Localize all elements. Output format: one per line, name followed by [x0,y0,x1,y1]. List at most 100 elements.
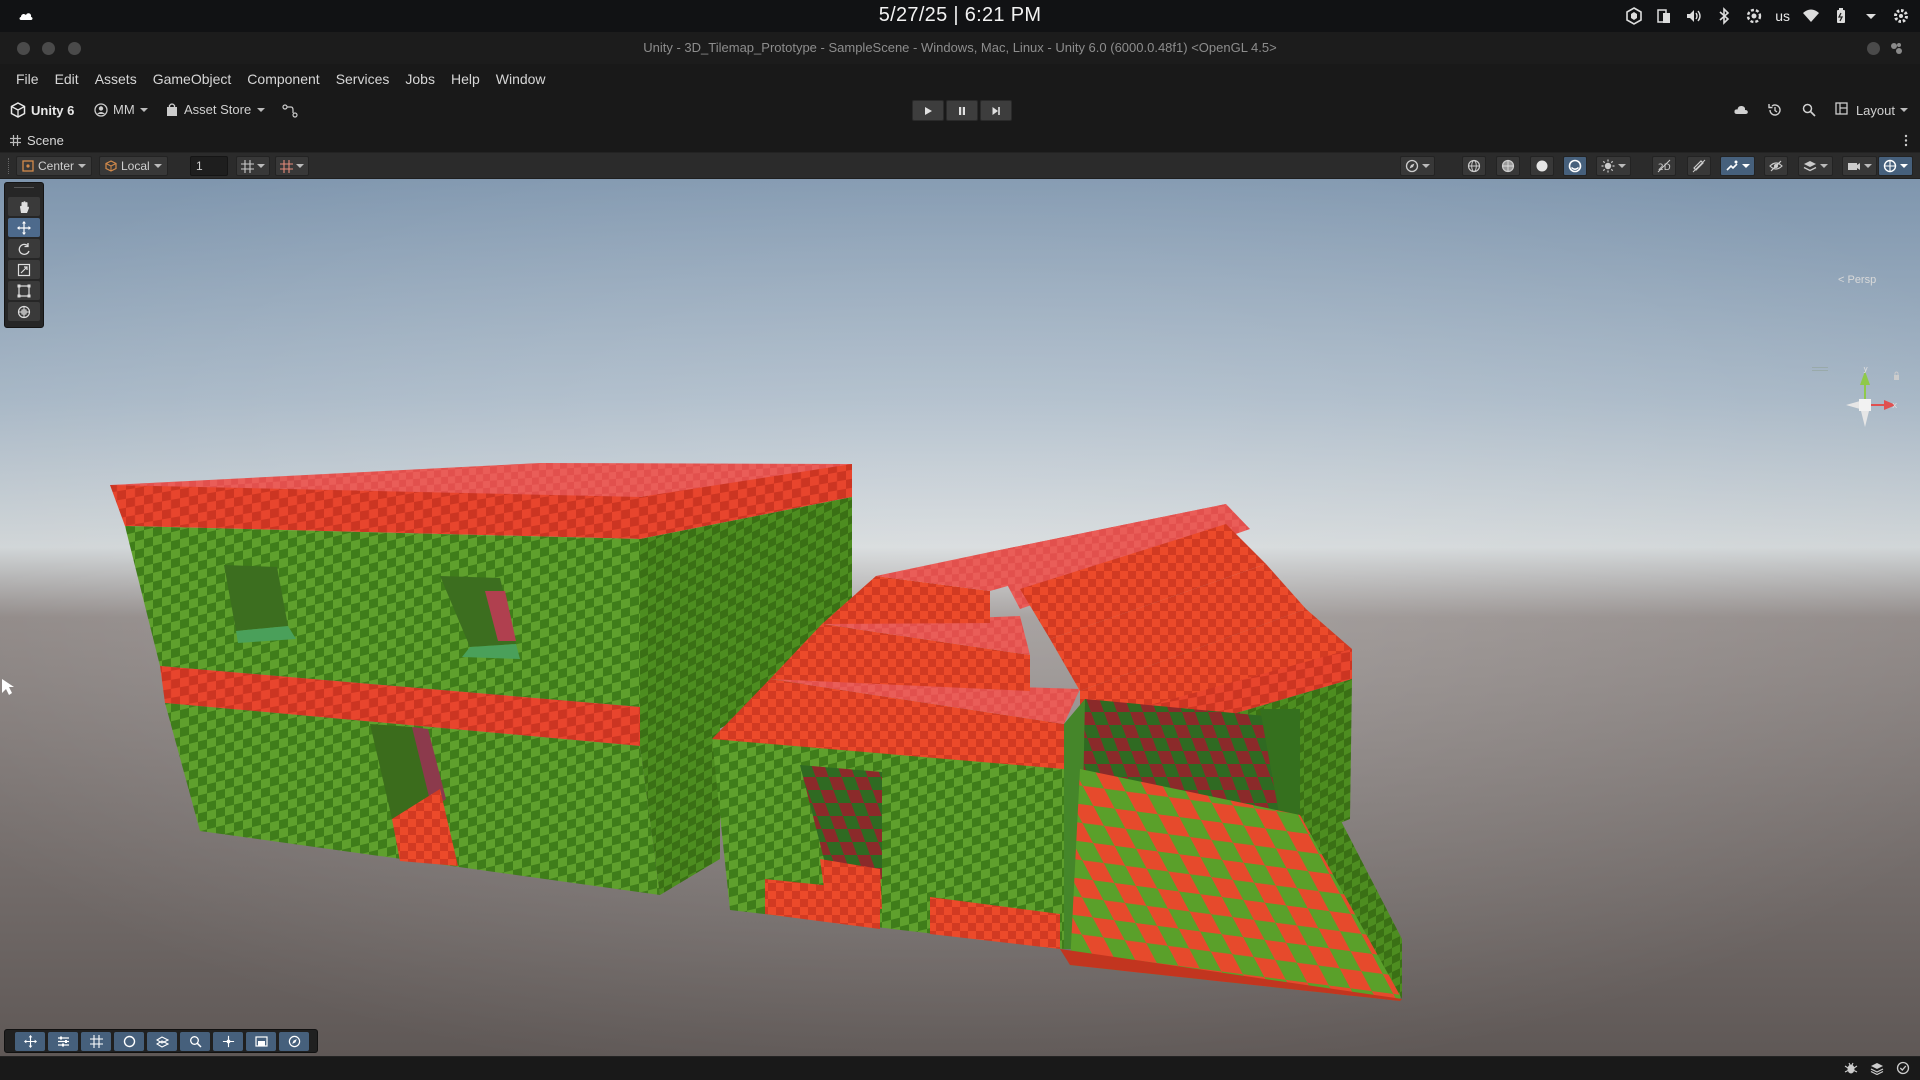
step-button[interactable] [980,100,1012,121]
settings-icon[interactable] [1745,7,1763,25]
gizmo-neg-x-cone[interactable] [1846,401,1860,409]
gizmo-neg-y-cone[interactable] [1861,411,1869,427]
overlay-compass-button[interactable] [279,1031,309,1051]
overlay-snap-button[interactable] [213,1031,243,1051]
gizmo-center-cube[interactable] [1859,399,1871,411]
window-status-dot[interactable] [1867,42,1880,55]
gear-icon[interactable] [1892,7,1910,25]
snap-move-icon [222,1035,235,1048]
menu-component[interactable]: Component [239,64,327,94]
camera-settings-dropdown[interactable] [1842,156,1877,176]
history-icon[interactable] [1767,102,1783,118]
window-extensions-icon[interactable] [1889,41,1904,56]
pivot-mode-label: Center [38,159,75,173]
layout-dropdown[interactable]: Layout [1835,102,1908,118]
chevron-down-icon [257,107,266,112]
app-indicator-icon[interactable] [1625,7,1643,25]
hidden-objects-button[interactable] [1764,156,1788,176]
overlay-camera-button[interactable] [246,1031,276,1051]
menu-gameobject[interactable]: GameObject [145,64,240,94]
orientation-dropdown[interactable] [1400,156,1435,176]
battery-icon[interactable] [1832,7,1850,25]
rect-tool-button[interactable] [8,281,40,300]
pivot-rotation-dropdown[interactable]: Local [99,156,168,176]
debug-bug-icon[interactable] [1844,1061,1858,1075]
overlay-tile-palette-button[interactable] [48,1031,78,1051]
scene-render[interactable] [0,179,1920,1056]
rotate-tool-button[interactable] [8,239,40,258]
gizmo-lock[interactable] [1894,375,1899,380]
shading-wireframe-button[interactable] [1462,156,1486,176]
shading-unlit-button[interactable] [1563,156,1587,176]
gizmo-drag-handle[interactable] [1812,367,1832,371]
wireframe-sphere-icon [1467,159,1481,173]
audio-toggle-button[interactable] [1687,156,1711,176]
pivot-mode-dropdown[interactable]: Center [16,156,93,176]
scene-toolbar: Center Local 1 2D [0,153,1920,179]
grid-size-field[interactable]: 1 [190,156,228,176]
wifi-icon[interactable] [1802,7,1820,25]
transform-tool-button[interactable] [8,302,40,321]
menu-window[interactable]: Window [488,64,554,94]
pivot-rotation-label: Local [121,159,150,173]
gizmo-y-label: y [1863,367,1869,374]
volume-icon[interactable] [1685,7,1703,25]
gizmo-lock-shackle [1894,371,1899,375]
overlay-lighting-button[interactable] [114,1031,144,1051]
account-dropdown[interactable]: MM [94,102,148,117]
layers-stack-icon[interactable] [1870,1061,1884,1075]
shopping-bag-icon [166,103,178,116]
chevron-down-icon [153,164,162,168]
tab-scene[interactable]: Scene [10,133,64,148]
hand-icon [17,200,31,214]
asset-store-dropdown[interactable]: Asset Store [166,102,266,117]
scene-visibility-dropdown[interactable] [1798,156,1833,176]
orientation-gizmo[interactable]: y x [1830,367,1900,467]
check-circle-icon[interactable] [1896,1061,1910,1075]
menu-edit[interactable]: Edit [47,64,87,94]
toolbar-right: Layout [1733,102,1908,118]
overlay-search-button[interactable] [180,1031,210,1051]
grid-snap-dropdown[interactable] [275,156,309,176]
search-icon [189,1035,202,1048]
overlay-navigation-button[interactable] [147,1031,177,1051]
search-icon[interactable] [1801,102,1817,118]
menu-services[interactable]: Services [328,64,398,94]
unity-home-button[interactable]: Unity 6 [10,102,74,118]
pause-button[interactable] [946,100,978,121]
scene-viewport[interactable]: y x [0,179,1920,1056]
compass-icon [1405,159,1419,173]
2d-toggle-button[interactable]: 2D [1652,156,1676,176]
scale-tool-button[interactable] [8,260,40,279]
menu-assets[interactable]: Assets [87,64,145,94]
projection-toggle[interactable]: < Persp [1838,274,1876,286]
clipboard-icon[interactable] [1655,7,1673,25]
chevron-down-icon [1742,164,1750,168]
cloud-icon[interactable] [1733,102,1749,118]
dropdown-icon[interactable] [1862,7,1880,25]
effects-dropdown[interactable] [1720,156,1755,176]
keyboard-layout[interactable]: us [1775,8,1790,24]
menu-file[interactable]: File [8,64,47,94]
overlay-move-button[interactable] [15,1031,45,1051]
play-button[interactable] [912,100,944,121]
move-tool-button[interactable] [8,218,40,237]
grid-visibility-dropdown[interactable] [236,156,270,176]
step-icon [991,106,1001,116]
view-tool-button[interactable] [8,197,40,216]
shading-shaded-button[interactable] [1530,156,1554,176]
lighting-dropdown[interactable] [1596,156,1631,176]
more-options-icon[interactable] [1904,134,1908,147]
gizmos-globe-icon [1883,159,1897,173]
menu-help[interactable]: Help [443,64,488,94]
shading-shaded-wireframe-button[interactable] [1496,156,1520,176]
bluetooth-icon[interactable] [1715,7,1733,25]
os-top-bar: 5/27/25 | 6:21 PM us [0,0,1920,32]
toolbar-grip [8,158,10,174]
menu-jobs[interactable]: Jobs [397,64,443,94]
version-control-icon[interactable] [282,103,298,119]
chevron-down-icon [296,164,304,168]
overlay-grid-button[interactable] [81,1031,111,1051]
gizmos-dropdown[interactable] [1878,156,1913,176]
palette-grip[interactable] [14,187,34,193]
